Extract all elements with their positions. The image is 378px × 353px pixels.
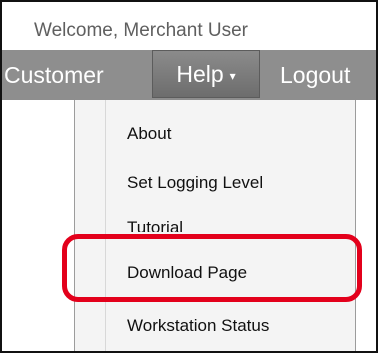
nav-help-label: Help [176,61,224,87]
welcome-message: Welcome, Merchant User [34,20,248,41]
nav-logout[interactable]: Logout [280,50,350,100]
menu-item-about[interactable]: About [127,124,171,144]
menu-item-tutorial[interactable]: Tutorial [127,218,183,232]
help-dropdown-menu: About Set Logging Level Tutorial Downloa… [74,100,356,351]
menu-gutter-divider [105,100,106,351]
top-nav-bar: Customer Help ▾ Logout [2,50,376,100]
chevron-down-icon: ▾ [229,68,236,83]
screenshot-frame: Welcome, Merchant User Customer Help ▾ Lo… [0,0,378,353]
nav-customer[interactable]: Customer [2,50,104,100]
menu-item-workstation-status[interactable]: Workstation Status [127,316,269,336]
nav-help-dropdown[interactable]: Help ▾ [152,50,260,98]
menu-item-download-page[interactable]: Download Page [127,263,247,283]
menu-item-set-logging-level[interactable]: Set Logging Level [127,173,263,193]
